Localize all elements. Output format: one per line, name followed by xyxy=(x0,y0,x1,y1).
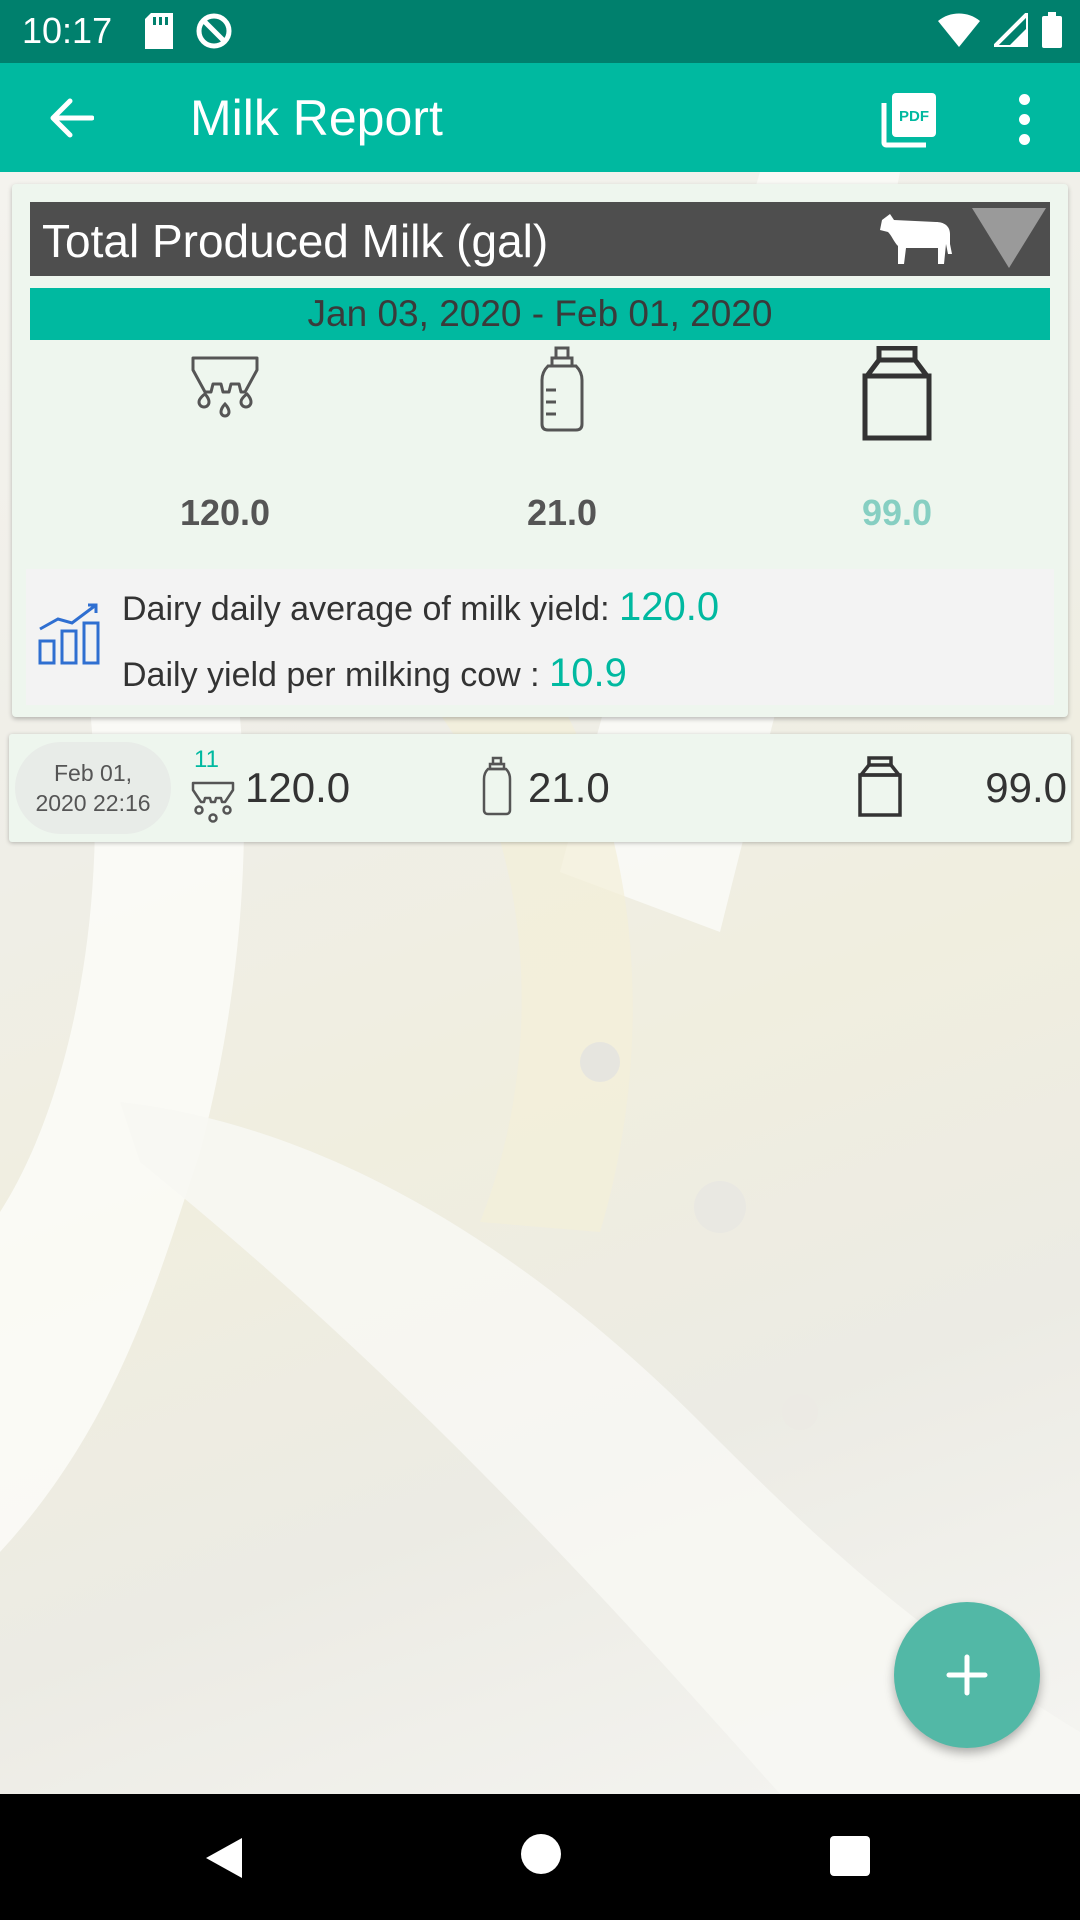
sold-milk-value: 99.0 xyxy=(861,492,933,533)
baby-bottle-icon xyxy=(538,346,586,432)
record-total: 120.0 xyxy=(245,764,351,811)
milk-can-icon xyxy=(857,345,937,442)
filter-dropdown-button[interactable] xyxy=(970,206,1048,270)
triangle-down-icon xyxy=(972,208,1046,268)
pdf-icon: PDF xyxy=(881,93,936,148)
card-header[interactable]: Total Produced Milk (gal) xyxy=(30,202,1050,276)
nav-recents-icon[interactable] xyxy=(830,1836,870,1876)
date-range[interactable]: Jan 03, 2020 - Feb 01, 2020 xyxy=(30,288,1050,340)
record-sold: 99.0 xyxy=(985,764,1067,811)
status-time: 10:17 xyxy=(22,10,113,51)
page-title: Milk Report xyxy=(190,90,443,146)
status-bar: 10:17 xyxy=(0,0,1080,63)
arrow-left-icon xyxy=(50,98,94,138)
nav-home-icon[interactable] xyxy=(521,1834,561,1874)
total-milk-value: 120.0 xyxy=(179,492,271,533)
daily-average-value: 120.0 xyxy=(618,585,720,629)
per-cow-row: Daily yield per milking cow : 10.9 xyxy=(122,651,627,696)
signal-icon xyxy=(989,8,1030,52)
calves-milk-value: 21.0 xyxy=(526,492,598,533)
navigation-bar xyxy=(0,1794,1080,1920)
record-date: Feb 01, 2020 22:16 xyxy=(15,742,171,834)
udder-icon xyxy=(185,352,265,432)
more-options-button[interactable] xyxy=(1000,89,1048,149)
baby-bottle-icon xyxy=(481,756,513,816)
plus-icon xyxy=(946,1654,988,1696)
milk-record-row[interactable]: Feb 01, 2020 22:16 11 120.0 21.0 99.0 xyxy=(9,734,1071,842)
record-date-line2: 2020 22:16 xyxy=(35,790,151,816)
milk-can-icon xyxy=(855,756,905,818)
averages-panel: Dairy daily average of milk yield: 120.0… xyxy=(26,569,1054,705)
add-record-button[interactable] xyxy=(894,1602,1040,1748)
record-calves: 21.0 xyxy=(528,764,610,811)
export-pdf-button[interactable]: PDF xyxy=(880,89,940,149)
milk-stats: 120.0 21.0 99.0 xyxy=(30,344,1050,544)
summary-title: Total Produced Milk (gal) xyxy=(42,215,549,267)
record-date-line1: Feb 01, xyxy=(54,760,132,786)
stat-calves: 21.0 xyxy=(412,344,712,544)
sd-card-icon xyxy=(145,13,173,54)
summary-card: Total Produced Milk (gal) Jan 03, 2020 -… xyxy=(12,184,1068,717)
per-cow-value: 10.9 xyxy=(549,651,627,695)
cow-icon xyxy=(878,210,958,266)
app-bar: Milk Report PDF xyxy=(0,63,1080,172)
battery-icon xyxy=(1042,12,1062,53)
record-cow-count: 11 xyxy=(194,746,219,773)
stat-sold: 99.0 xyxy=(747,344,1047,544)
nav-back-icon[interactable] xyxy=(204,1836,244,1885)
back-button[interactable] xyxy=(44,91,98,145)
chart-growth-icon xyxy=(36,601,102,667)
sync-icon xyxy=(195,12,233,55)
wifi-icon xyxy=(938,13,980,52)
daily-average-row: Dairy daily average of milk yield: 120.0 xyxy=(122,585,719,630)
udder-icon xyxy=(189,780,237,824)
daily-average-label: Dairy daily average of milk yield: xyxy=(122,590,619,628)
per-cow-label: Daily yield per milking cow : xyxy=(122,656,550,694)
stat-total: 120.0 xyxy=(75,344,375,544)
svg-text:PDF: PDF xyxy=(899,108,929,125)
